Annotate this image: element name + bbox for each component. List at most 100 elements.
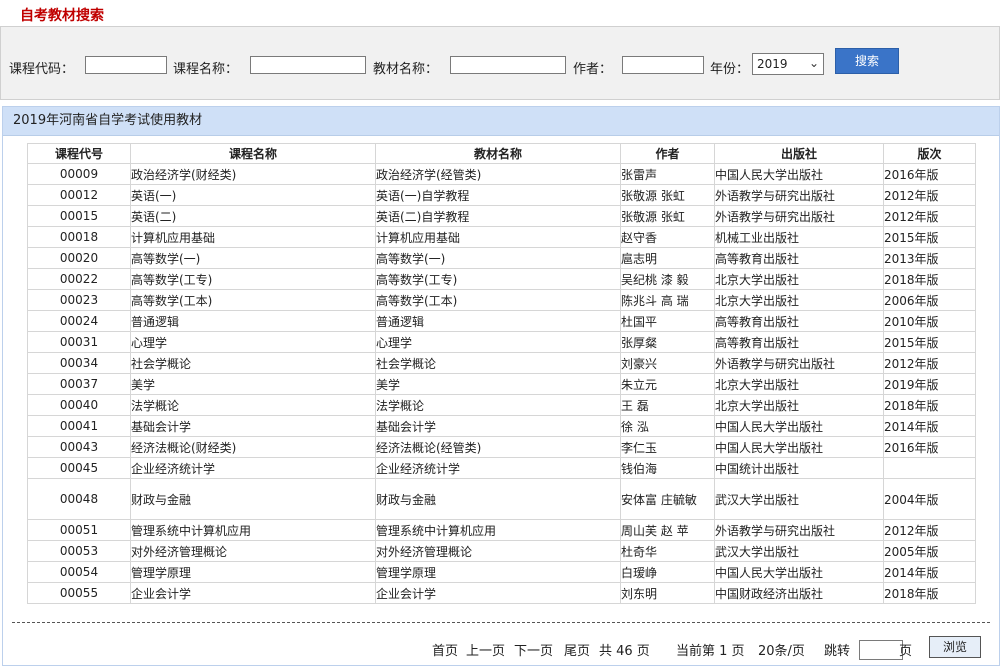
browse-button[interactable]: 浏览	[929, 636, 981, 658]
table-row: 00009 政治经济学(财经类) 政治经济学(经管类) 张雷声 中国人民大学出版社 201…	[27, 163, 976, 185]
column-header: 作者	[620, 143, 715, 164]
table-row: 00022 高等数学(工专) 高等数学(工专) 吴纪桃 漆 毅北京大学出版社 2018年…	[27, 268, 976, 290]
column-header: 版次	[883, 143, 976, 164]
pager-prev-link[interactable]: 上一页	[466, 640, 505, 659]
textbook-name-cell: 英语(二)自学教程	[375, 205, 621, 227]
course-code-cell: 00053	[27, 540, 131, 562]
author-cell: 张雷声	[620, 163, 715, 185]
textbook-name-cell: 管理学原理	[375, 561, 621, 583]
course-name-cell: 基础会计学	[130, 415, 376, 437]
pager-first-link[interactable]: 首页	[432, 640, 458, 659]
course-code-cell: 00012	[27, 184, 131, 206]
search-button[interactable]: 搜索	[835, 48, 899, 74]
author-cell: 张敬源 张虹	[620, 184, 715, 206]
textbook-table: 课程代号 课程名称 教材名称 作者 出版社 版次 00009 政治经济学(财经类)…	[27, 143, 976, 604]
table-row: 00020 高等数学(一) 高等数学(一) 扈志明 高等教育出版社 2013年版	[27, 247, 976, 269]
course-code-cell: 00043	[27, 436, 131, 458]
edition-cell: 2012年版	[883, 205, 976, 227]
table-row: 00040 法学概论 法学概论王 磊北京大学出版社 2018年版	[27, 394, 976, 416]
textbook-name-cell: 对外经济管理概论	[375, 540, 621, 562]
edition-cell: 2015年版	[883, 331, 976, 353]
chevron-down-icon: ⌄	[808, 56, 819, 70]
column-header: 出版社	[714, 143, 884, 164]
publisher-cell: 中国人民大学出版社	[714, 415, 884, 437]
table-row: 00054 管理学原理 管理学原理 白瑷峥 中国人民大学出版社 2014年版	[27, 561, 976, 583]
author-input[interactable]	[622, 56, 704, 74]
column-header: 课程名称	[130, 143, 376, 164]
author-cell: 王 磊	[620, 394, 715, 416]
pager-jump-label: 跳转	[824, 644, 851, 659]
author-cell: 李仁玉	[620, 436, 715, 458]
table-row: 00043 经济法概论(财经类) 经济法概论(经管类) 李仁玉 中国人民大学出版社 201…	[27, 436, 976, 458]
course-name-cell: 社会学概论	[130, 352, 376, 374]
course-name-input[interactable]	[250, 56, 366, 74]
course-code-input[interactable]	[85, 56, 167, 74]
course-code-cell: 00022	[27, 268, 131, 290]
course-code-cell: 00037	[27, 373, 131, 395]
textbook-name-cell: 法学概论	[375, 394, 621, 416]
textbook-name-cell: 社会学概论	[375, 352, 621, 374]
course-name-cell: 心理学	[130, 331, 376, 353]
pager-total-pages: 共 46 页	[599, 644, 650, 659]
table-row: 00012 英语(一) 英语(一)自学教程 张敬源 张虹 外语教学与研究出版社 2012年…	[27, 184, 976, 206]
publisher-cell: 中国人民大学出版社	[714, 561, 884, 583]
author-cell: 刘东明	[620, 582, 715, 604]
textbook-name-cell: 高等数学(工专)	[375, 268, 621, 290]
author-cell: 白瑷峥	[620, 561, 715, 583]
results-header: 2019年河南省自学考试使用教材	[3, 107, 999, 136]
table-row: 00015 英语(二) 英语(二)自学教程 张敬源 张虹 外语教学与研究出版社 2012年…	[27, 205, 976, 227]
course-name-cell: 财政与金融	[130, 478, 376, 520]
edition-cell: 2016年版	[883, 436, 976, 458]
textbook-name-cell: 美学	[375, 373, 621, 395]
course-code-cell: 00041	[27, 415, 131, 437]
course-name-cell: 经济法概论(财经类)	[130, 436, 376, 458]
publisher-cell: 外语教学与研究出版社	[714, 205, 884, 227]
edition-cell: 2012年版	[883, 184, 976, 206]
course-code-cell: 00020	[27, 247, 131, 269]
pager-next-link[interactable]: 下一页	[514, 640, 553, 659]
publisher-cell: 外语教学与研究出版社	[714, 352, 884, 374]
pager-per-page: 20条/页	[758, 644, 805, 659]
year-label: 年份：	[710, 62, 750, 77]
course-code-cell: 00023	[27, 289, 131, 311]
edition-cell: 2012年版	[883, 352, 976, 374]
author-label: 作者：	[573, 62, 613, 77]
edition-cell: 2013年版	[883, 247, 976, 269]
table-row: 00023 高等数学(工本) 高等数学(工本) 陈兆斗 高 瑞北京大学出版社 2006年…	[27, 289, 976, 311]
author-cell: 安体富 庄毓敏	[620, 478, 715, 520]
edition-cell	[883, 457, 976, 479]
course-code-cell: 00024	[27, 310, 131, 332]
publisher-cell: 中国人民大学出版社	[714, 436, 884, 458]
table-row: 00041 基础会计学 基础会计学徐 泓中国人民大学出版社 2014年版	[27, 415, 976, 437]
course-code-cell: 00045	[27, 457, 131, 479]
year-select[interactable]: 2019 ⌄	[752, 53, 824, 75]
table-row: 00053 对外经济管理概论 对外经济管理概论 杜奇华 武汉大学出版社 2005年版	[27, 540, 976, 562]
course-name-cell: 普通逻辑	[130, 310, 376, 332]
course-name-cell: 英语(二)	[130, 205, 376, 227]
table-row: 00055 企业会计学 企业会计学 刘东明 中国财政经济出版社 2018年版	[27, 582, 976, 604]
course-name-cell: 法学概论	[130, 394, 376, 416]
publisher-cell: 高等教育出版社	[714, 331, 884, 353]
search-panel: 课程代码： 课程名称： 教材名称： 作者： 年份： 2019 ⌄ 搜索	[0, 26, 1000, 100]
author-cell: 张厚粲	[620, 331, 715, 353]
pager-last-link[interactable]: 尾页	[564, 640, 590, 659]
publisher-cell: 北京大学出版社	[714, 289, 884, 311]
column-header: 课程代号	[27, 143, 131, 164]
course-name-cell: 管理系统中计算机应用	[130, 519, 376, 541]
textbook-name-cell: 基础会计学	[375, 415, 621, 437]
textbook-name-input[interactable]	[450, 56, 566, 74]
course-code-cell: 00031	[27, 331, 131, 353]
author-cell: 陈兆斗 高 瑞	[620, 289, 715, 311]
pager-page-suffix: 页	[899, 644, 913, 659]
divider	[12, 622, 990, 623]
course-name-cell: 对外经济管理概论	[130, 540, 376, 562]
page-title: 自考教材搜索	[20, 8, 104, 24]
page-jump-input[interactable]	[859, 640, 903, 660]
course-code-cell: 00051	[27, 519, 131, 541]
edition-cell: 2015年版	[883, 226, 976, 248]
course-code-cell: 00054	[27, 561, 131, 583]
edition-cell: 2018年版	[883, 394, 976, 416]
edition-cell: 2012年版	[883, 519, 976, 541]
course-name-cell: 管理学原理	[130, 561, 376, 583]
course-code-cell: 00034	[27, 352, 131, 374]
